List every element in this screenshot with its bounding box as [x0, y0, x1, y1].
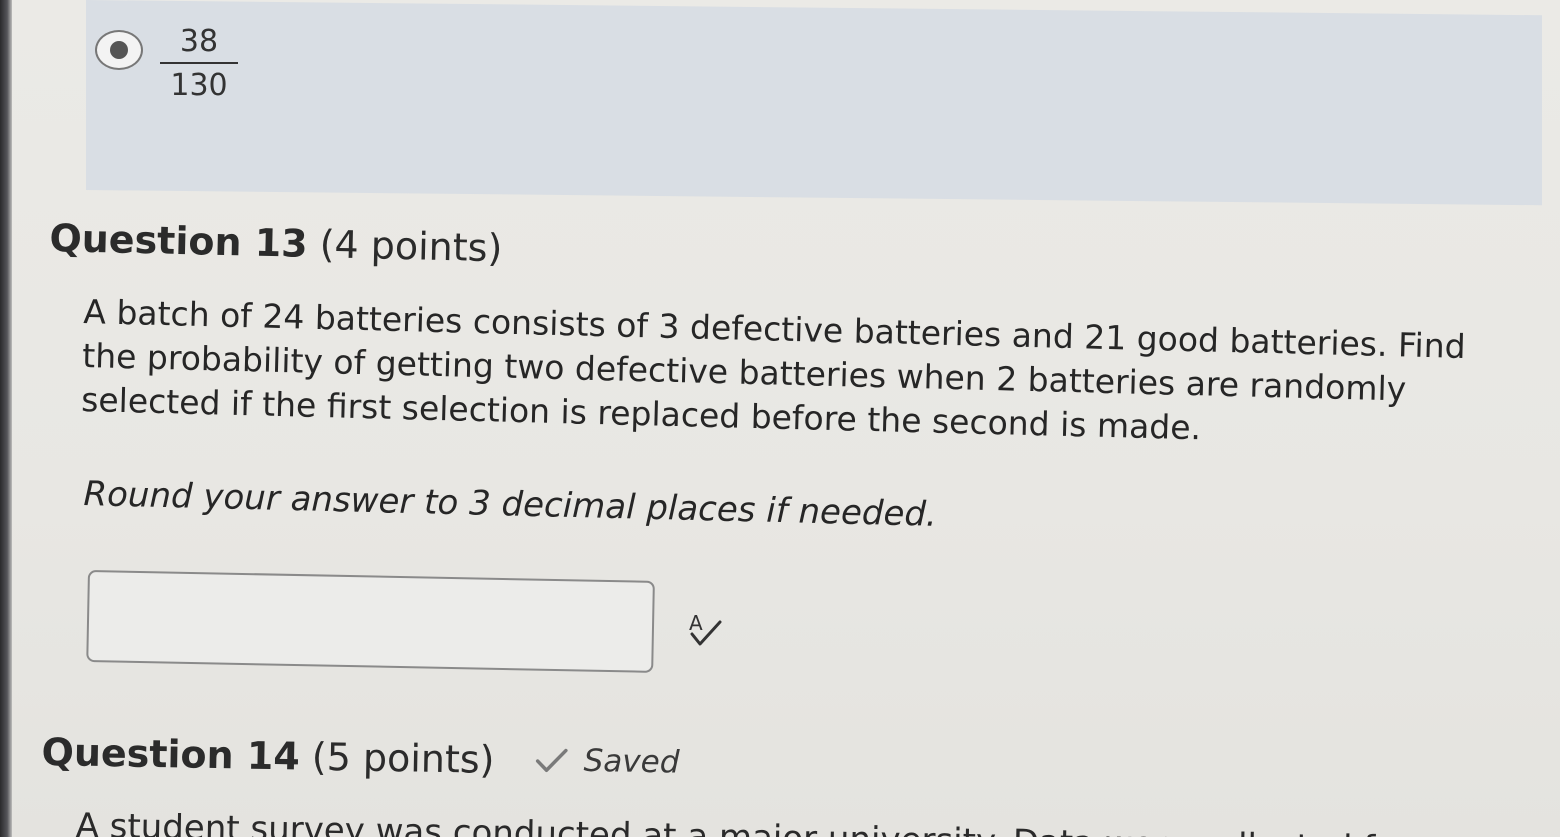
quiz-page: 38 130 Question 13 (4 points) A batch of… [0, 0, 1560, 837]
radio-button-selected[interactable] [95, 30, 143, 70]
question-14-heading: Question 14 (5 points) [41, 730, 495, 782]
fraction-denominator: 130 [170, 68, 228, 103]
fraction-bar [160, 62, 238, 64]
answer-input[interactable] [86, 570, 655, 673]
saved-status: Saved [533, 742, 680, 781]
checkmark-icon [535, 748, 568, 772]
radio-dot-icon [110, 41, 128, 59]
question-13-points: (4 points) [319, 222, 503, 271]
answer-option-selected[interactable] [86, 0, 1542, 206]
question-14-points: (5 points) [311, 734, 495, 782]
fraction-numerator: 38 [179, 24, 219, 59]
rounding-instruction: Round your answer to 3 decimal places if… [83, 474, 938, 535]
saved-label: Saved [583, 742, 680, 781]
question-13-text: A batch of 24 batteries consists of 3 de… [81, 290, 1554, 459]
question-14-text: A student survey was conducted at a majo… [75, 806, 1474, 837]
question-14-number: Question 14 [41, 730, 301, 779]
screen-edge [0, 0, 12, 837]
answer-fraction: 38 130 [160, 24, 238, 104]
spellcheck-icon[interactable]: A [686, 610, 726, 650]
svg-text:A: A [689, 611, 703, 635]
question-13-number: Question 13 [49, 216, 309, 266]
question-13-heading: Question 13 (4 points) [49, 216, 503, 270]
